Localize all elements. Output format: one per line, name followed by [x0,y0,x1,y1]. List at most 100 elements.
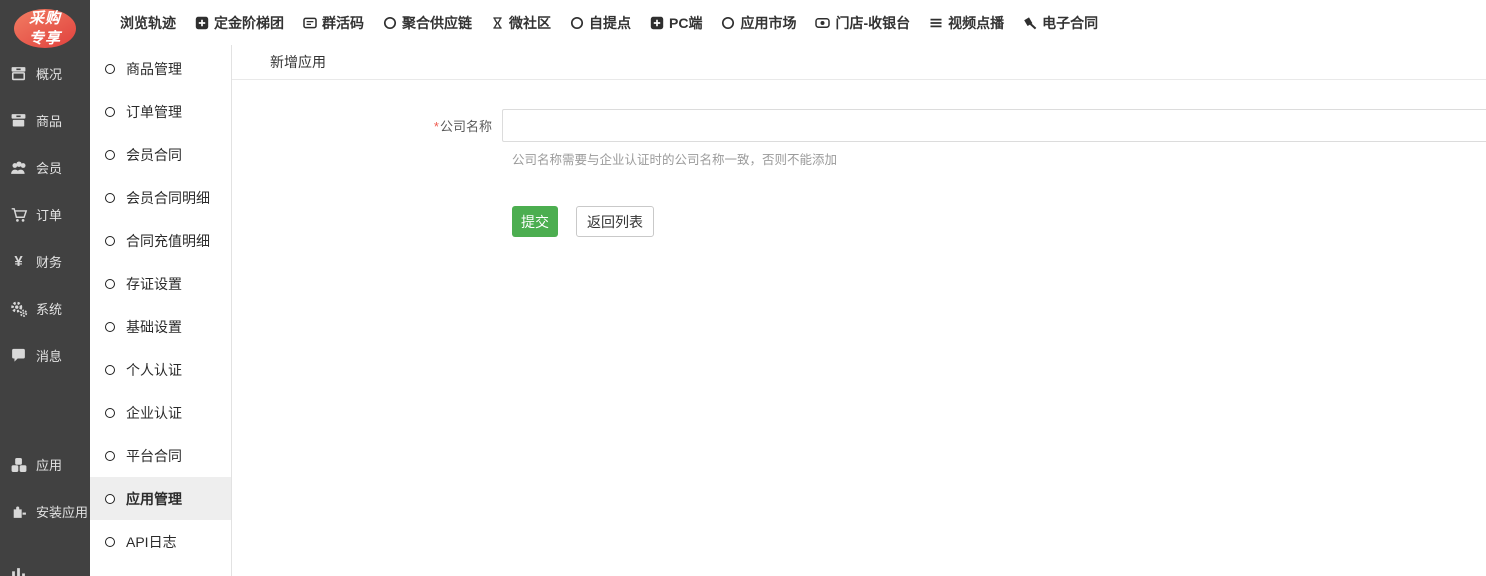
subnav-item-api-log[interactable]: API日志 [90,520,231,563]
nav-item-supply-chain[interactable]: 聚合供应链 [383,13,472,33]
sidebar-item-label: 系统 [36,299,62,318]
radio-circle-icon [105,279,115,289]
sidebar-item-label: 订单 [36,205,62,224]
radio-circle-icon [105,236,115,246]
subnav-item-basic-settings[interactable]: 基础设置 [90,305,231,348]
company-name-input[interactable] [502,109,1486,142]
sidebar-item-system[interactable]: 系统 [0,285,90,332]
radio-circle-icon [105,107,115,117]
form-actions: 提交 返回列表 [512,206,1486,237]
nav-item-label: 视频点播 [948,13,1004,33]
nav-item-pickup-point[interactable]: 自提点 [570,13,631,33]
square-plus-icon [650,16,664,30]
nav-item-video-on-demand[interactable]: 视频点播 [929,13,1004,33]
nav-item-label: 微社区 [509,13,551,33]
nav-item-app-market[interactable]: 应用市场 [721,13,796,33]
install-app-icon [9,503,28,520]
system-gears-icon [9,300,28,318]
members-icon [9,159,28,177]
nav-item-pc-client[interactable]: PC端 [650,13,702,33]
list-lines-icon [929,16,943,30]
submit-button[interactable]: 提交 [512,206,558,237]
subnav-label: API日志 [126,532,177,552]
subnav-label: 平台合同 [126,446,182,466]
store-logo[interactable]: 采购 专享 [14,9,76,48]
sidebar-item-products[interactable]: 商品 [0,97,90,144]
nav-item-label: 定金阶梯团 [214,13,284,33]
sidebar-item-label: 会员 [36,158,62,177]
sidebar-item-apps[interactable]: 应用 [0,441,90,488]
subnav-item-platform-contract[interactable]: 平台合同 [90,434,231,477]
subnav-label: 基础设置 [126,317,182,337]
subnav-item-contract-recharge-detail[interactable]: 合同充值明细 [90,219,231,262]
radio-circle-icon [105,150,115,160]
subnav-label: 企业认证 [126,403,182,423]
sidebar-item-label: 财务 [36,252,62,271]
page-title: 新增应用 [232,45,1486,80]
cash-register-icon [815,16,830,30]
logo-line1: 采购 [29,9,61,29]
subnav-label: 订单管理 [126,102,182,122]
subnav-label: 会员合同明细 [126,188,210,208]
nav-item-label: 自提点 [589,13,631,33]
overview-box-icon [9,65,28,82]
top-plugin-nav: 浏览轨迹 定金阶梯团 群活码 聚合供应链 微社区 自提点 [90,0,1486,45]
main-content: 新增应用 *公司名称 公司名称需要与企业认证时的公司名称一致，否则不能添加 提交… [232,45,1486,576]
sidebar-item-finance[interactable]: ¥ 财务 [0,238,90,285]
nav-item-e-contract[interactable]: 电子合同 [1023,13,1098,33]
subnav-item-member-contract-detail[interactable]: 会员合同明细 [90,176,231,219]
sidebar-item-label: 安装应用 [36,502,88,521]
radio-circle-icon [105,494,115,504]
right-column: 浏览轨迹 定金阶梯团 群活码 聚合供应链 微社区 自提点 [90,0,1486,576]
sidebar-item-partial[interactable] [0,551,90,576]
sidebar-item-orders[interactable]: 订单 [0,191,90,238]
nav-item-browse-track[interactable]: 浏览轨迹 [120,13,176,33]
new-app-form: *公司名称 公司名称需要与企业认证时的公司名称一致，否则不能添加 提交 返回列表 [232,109,1486,237]
logo-line2: 专享 [29,29,61,49]
nav-item-label: 浏览轨迹 [120,13,176,33]
app-window: 采购 专享 概况 商品 会员 订单 [0,0,1486,576]
radio-circle-icon [105,451,115,461]
subnav-item-evidence-settings[interactable]: 存证设置 [90,262,231,305]
circle-icon [570,16,584,30]
circle-icon [721,16,735,30]
subnav-label: 合同充值明细 [126,231,210,251]
subnav-item-app-mgmt[interactable]: 应用管理 [90,477,231,520]
nav-item-label: 群活码 [322,13,364,33]
primary-sidebar: 采购 专享 概况 商品 会员 订单 [0,0,90,576]
radio-circle-icon [105,64,115,74]
sidebar-item-members[interactable]: 会员 [0,144,90,191]
radio-circle-icon [105,322,115,332]
subnav-label: 个人认证 [126,360,182,380]
subnav-label: 商品管理 [126,59,182,79]
sidebar-item-messages[interactable]: 消息 [0,332,90,379]
radio-circle-icon [105,537,115,547]
subnav-item-product-mgmt[interactable]: 商品管理 [90,47,231,90]
sidebar-item-label: 消息 [36,346,62,365]
subnav-item-enterprise-auth[interactable]: 企业认证 [90,391,231,434]
nav-item-label: PC端 [669,13,702,33]
nav-item-store-cashier[interactable]: 门店-收银台 [815,13,910,33]
sidebar-item-overview[interactable]: 概况 [0,50,90,97]
nav-item-label: 门店-收银台 [835,13,910,33]
gavel-icon [1023,16,1037,30]
back-to-list-button[interactable]: 返回列表 [576,206,654,237]
message-bubble-icon [9,347,28,364]
circle-icon [383,16,397,30]
subnav-item-order-mgmt[interactable]: 订单管理 [90,90,231,133]
sidebar-item-label: 应用 [36,455,62,474]
nav-item-label: 聚合供应链 [402,13,472,33]
sidebar-item-install-apps[interactable]: 安装应用 [0,488,90,535]
content-row: 商品管理 订单管理 会员合同 会员合同明细 合同充值明细 [90,45,1486,576]
subnav-item-personal-auth[interactable]: 个人认证 [90,348,231,391]
subnav-label: 存证设置 [126,274,182,294]
bar-chart-icon [9,566,28,576]
hourglass-icon [491,16,504,30]
subnav-item-member-contract[interactable]: 会员合同 [90,133,231,176]
subnav-label: 应用管理 [126,489,182,509]
qr-card-icon [303,16,317,30]
nav-item-micro-community[interactable]: 微社区 [491,13,551,33]
nav-item-group-qr[interactable]: 群活码 [303,13,364,33]
nav-item-deposit-ladder-group[interactable]: 定金阶梯团 [195,13,284,33]
radio-circle-icon [105,193,115,203]
